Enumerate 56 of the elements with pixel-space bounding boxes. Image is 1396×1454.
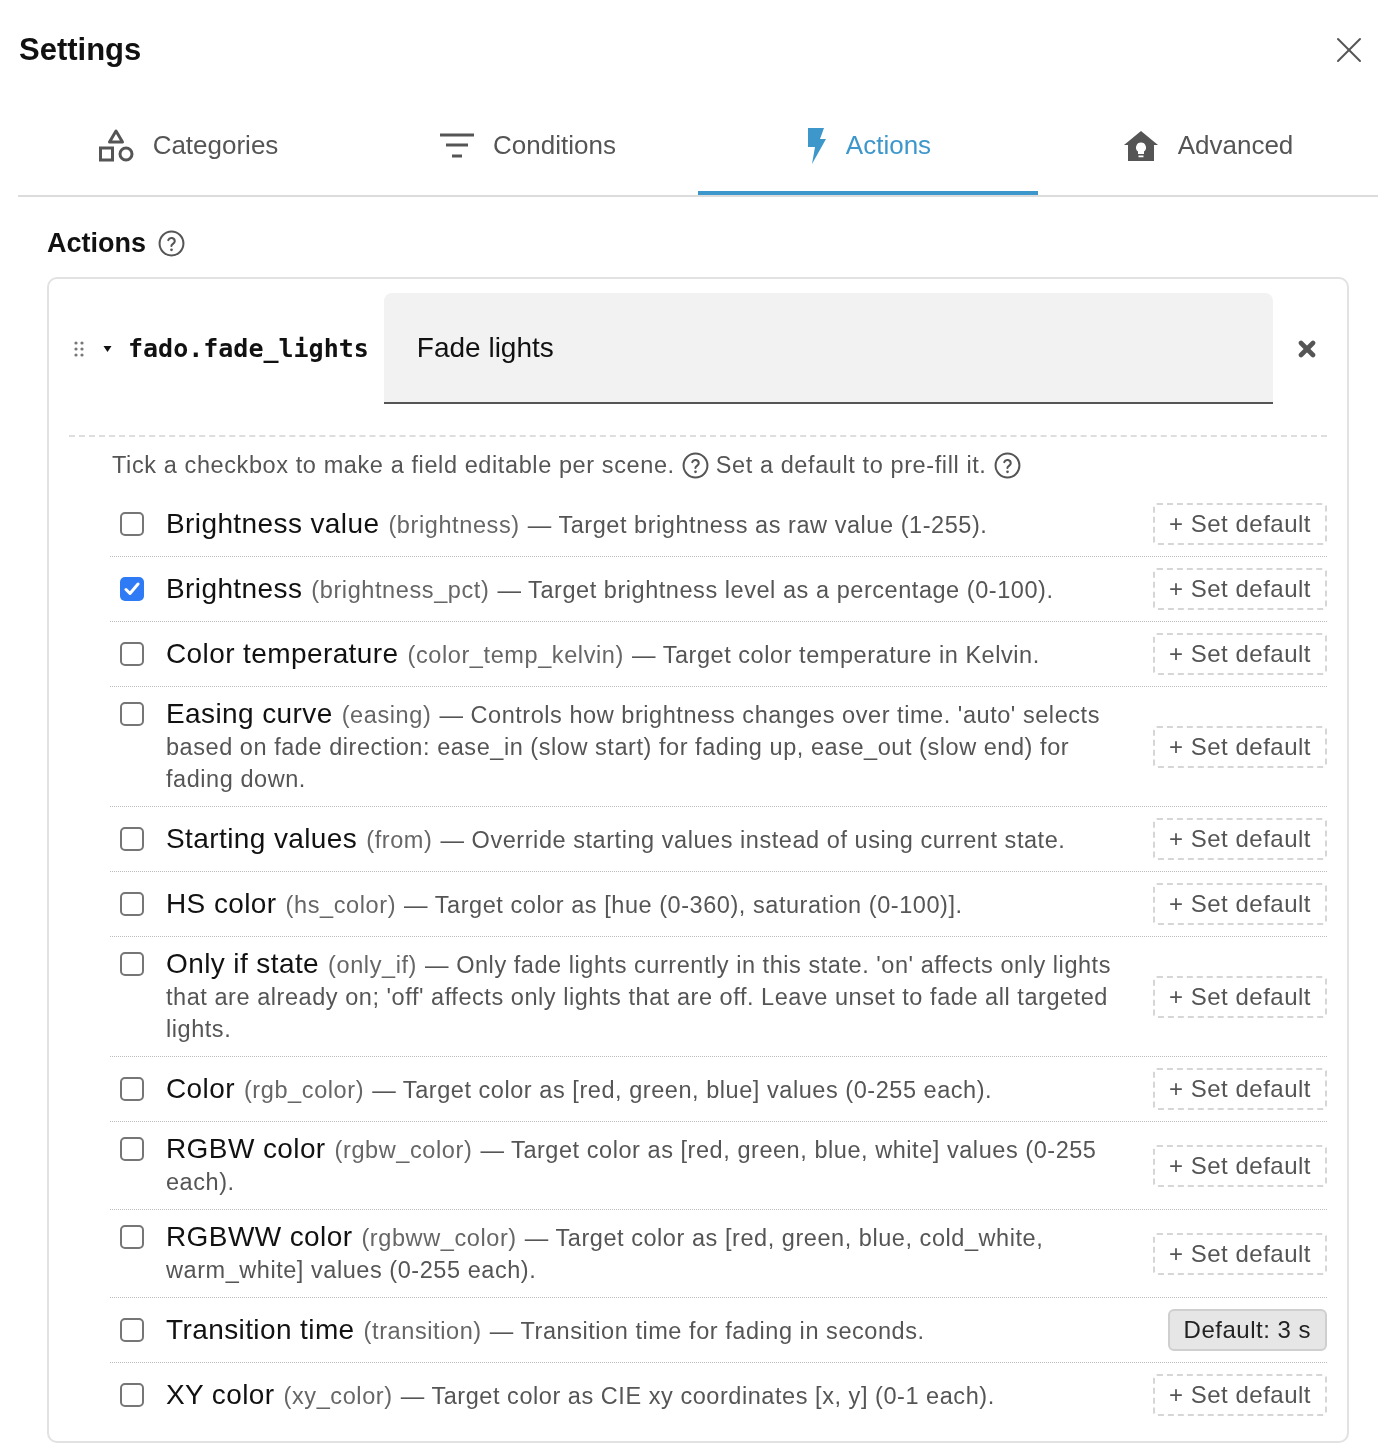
checkbox[interactable]	[120, 952, 144, 976]
checkbox[interactable]	[120, 1225, 144, 1249]
checkbox[interactable]	[120, 641, 144, 666]
set-default-button[interactable]: + Set default	[1153, 883, 1327, 925]
service-name: fado.fade_lights	[128, 334, 369, 363]
set-default-button[interactable]: + Set default	[1153, 568, 1327, 610]
set-default-button[interactable]: + Set default	[1153, 725, 1327, 768]
tab[interactable]: Conditions	[358, 100, 698, 195]
field-text: HS color (hs_color) — Target color as [hue (0-360), saturation (0-100)].	[166, 887, 964, 921]
tab[interactable]: Advanced	[1038, 100, 1378, 195]
field-text: Transition time (transition) — Transition time for fading in seconds.	[166, 1313, 926, 1347]
tab[interactable]: Categories	[18, 100, 358, 195]
field-text: RGBWW color (rgbww_color) — Target color as [red, green, blue, cold_white, warm_white] values (0-255 each).	[166, 1221, 1045, 1285]
set-default-button[interactable]: + Set default	[1153, 975, 1327, 1018]
checkbox[interactable]	[120, 1137, 144, 1161]
drag-handle-icon[interactable]	[74, 340, 84, 357]
close-icon[interactable]	[1336, 37, 1362, 63]
field-text: Starting values (from) — Override starting values instead of using current state.	[166, 822, 1067, 856]
checkbox[interactable]	[120, 1382, 144, 1407]
caret-icon[interactable]	[103, 344, 112, 353]
checkbox[interactable]	[120, 511, 144, 536]
house-bulb-icon	[1122, 129, 1159, 162]
shapes-icon	[97, 127, 134, 164]
delete-icon[interactable]	[1298, 339, 1316, 358]
field-text: XY color (xy_color) — Target color as CIE xy coordinates [x, y] (0-1 each).	[166, 1378, 996, 1412]
field-text: Color temperature (color_temp_kelvin) — Target color temperature in Kelvin.	[166, 637, 1041, 671]
hint-text: Tick a checkbox to make a field editable per scene.	[112, 451, 675, 479]
help-icon[interactable]	[158, 229, 185, 257]
set-default-button[interactable]: + Set default	[1153, 1144, 1327, 1187]
field-text: Brightness value (brightness) — Target brightness as raw value (1-255).	[166, 507, 989, 541]
field-text: Brightness (brightness_pct) — Target brightness level as a percentage (0-100).	[166, 572, 1055, 606]
filter-icon	[440, 132, 475, 159]
checkbox[interactable]	[120, 1076, 144, 1101]
field-text: Easing curve (easing) — Controls how brightness changes over time. 'auto' selects based on fade direction: ease_in (slow start) for fading up, ease_out (slow end) for fading down.	[166, 698, 1101, 794]
help-icon[interactable]	[993, 451, 1021, 479]
field-text: RGBW color (rgbw_color) — Target color as [red, green, blue, white] values (0-255 each).	[166, 1133, 1098, 1197]
hint-text: Set a default to pre-fill it.	[715, 451, 987, 479]
checkbox[interactable]	[120, 576, 144, 601]
checkmark-icon	[124, 581, 140, 596]
checkbox[interactable]	[120, 826, 144, 851]
name-field[interactable]: Fade lights	[383, 293, 1273, 404]
set-default-button[interactable]: + Set default	[1153, 1068, 1327, 1110]
set-default-button[interactable]: + Set default	[1153, 1232, 1327, 1275]
set-default-button[interactable]: + Set default	[1153, 503, 1327, 545]
field-text: Only if state (only_if) — Only fade lights currently in this state. 'on' affects only lights that are already on; 'off' affects only lights that are off. Leave unset to fade all targeted lights.	[166, 948, 1112, 1044]
help-icon[interactable]	[681, 451, 709, 479]
checkbox[interactable]	[120, 891, 144, 916]
set-default-button[interactable]: + Set default	[1153, 633, 1327, 675]
default-value-button[interactable]: Default: 3 s	[1167, 1309, 1327, 1351]
checkbox[interactable]	[120, 1317, 144, 1342]
settings-title: Settings	[19, 32, 142, 68]
set-default-button[interactable]: + Set default	[1153, 818, 1327, 860]
checkbox[interactable]	[120, 702, 144, 726]
section-heading: Actions	[47, 227, 146, 259]
set-default-button[interactable]: + Set default	[1153, 1374, 1327, 1416]
field-text: Color (rgb_color) — Target color as [red, green, blue] values (0-255 each).	[166, 1072, 994, 1106]
